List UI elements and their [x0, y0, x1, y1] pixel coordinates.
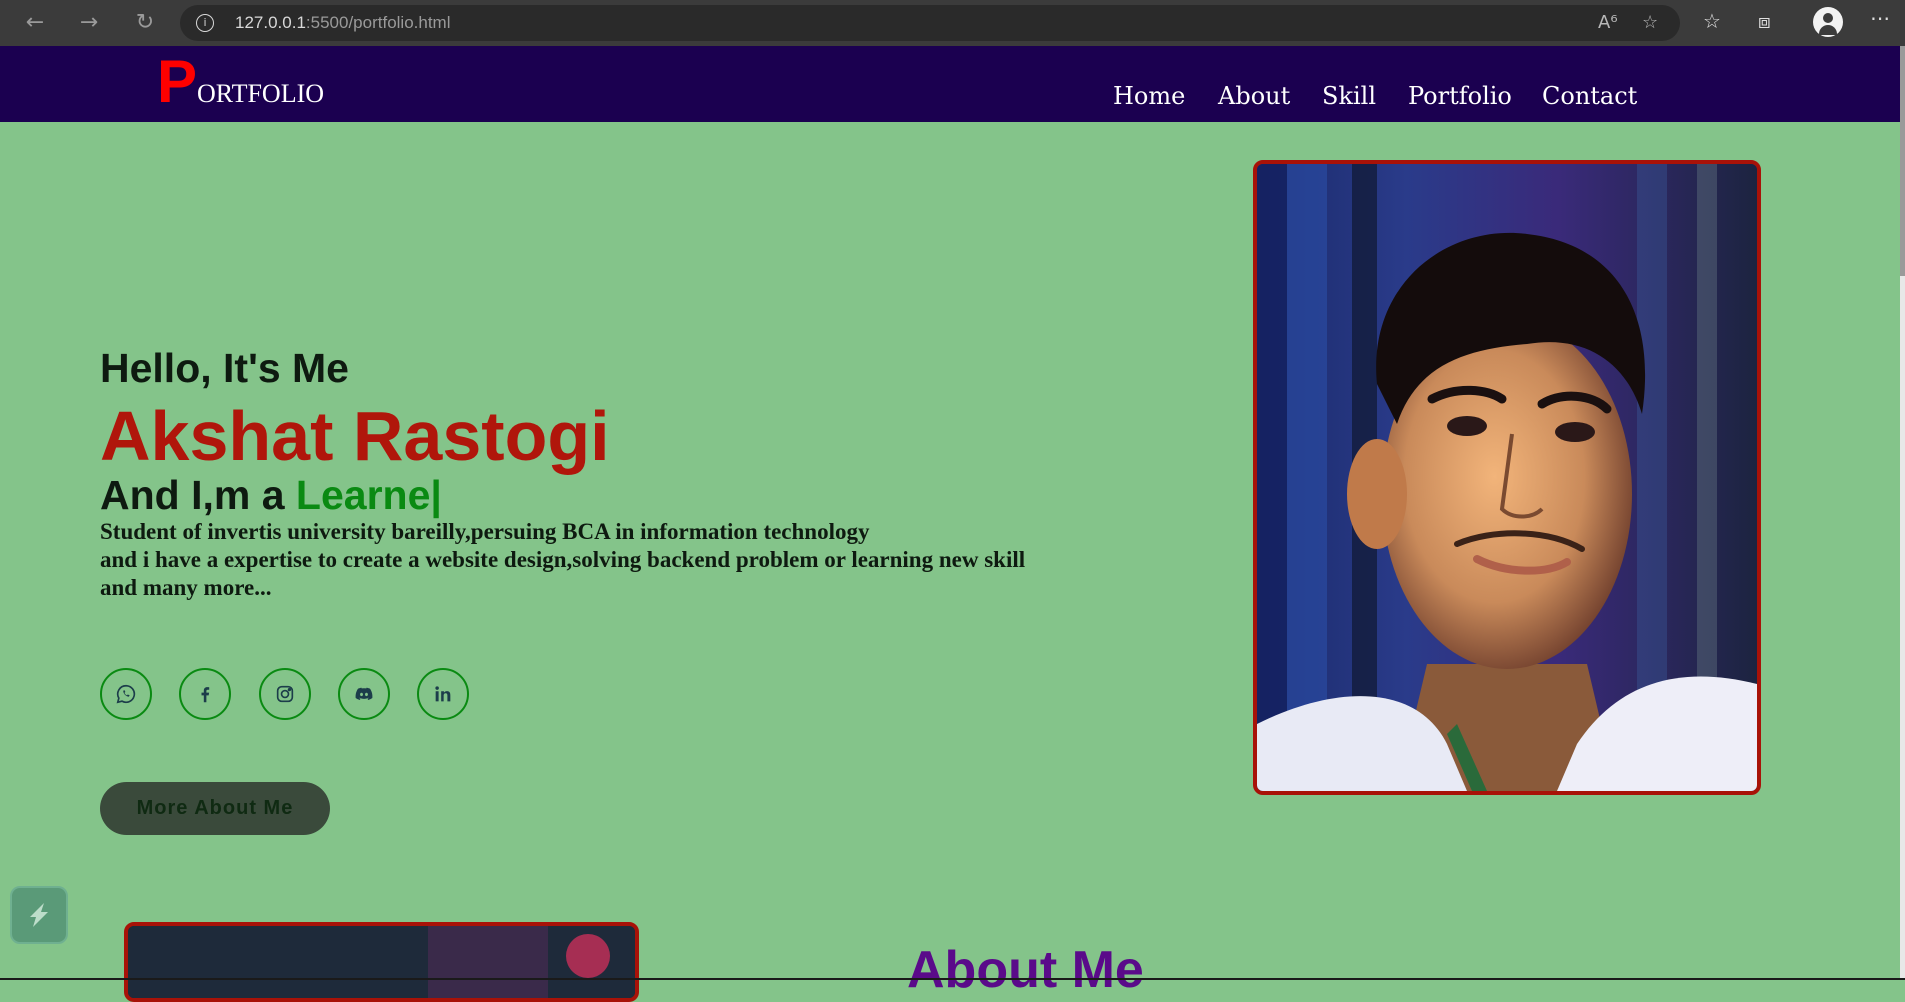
bio-line: and i have a expertise to create a websi…	[100, 547, 1026, 572]
about-photo-illustration	[128, 926, 635, 998]
hero-tagline: And I,m a Learne|	[100, 472, 442, 519]
url-text[interactable]: 127.0.0.1:5500/portfolio.html	[235, 13, 451, 33]
instagram-icon[interactable]	[259, 668, 311, 720]
profile-avatar[interactable]	[1813, 7, 1843, 37]
site-info-icon[interactable]: i	[196, 14, 214, 32]
about-heading: About Me	[907, 941, 1144, 999]
page-scrollbar[interactable]	[1900, 46, 1905, 980]
tagline-prefix: And I,m a	[100, 472, 296, 518]
nav-skill[interactable]: Skill	[1322, 82, 1376, 110]
hero-bio: Student of invertis university bareilly,…	[100, 518, 1090, 602]
bio-line: and many more...	[100, 575, 272, 600]
hero-greeting: Hello, It's Me	[100, 345, 349, 391]
logo-text: ORTFOLIO	[197, 79, 325, 108]
discord-icon[interactable]	[338, 668, 390, 720]
forward-icon[interactable]: →	[74, 8, 104, 38]
profile-photo-illustration	[1257, 164, 1757, 791]
collections-icon[interactable]: ⧈	[1758, 9, 1771, 33]
nav-about[interactable]: About	[1218, 82, 1290, 110]
more-about-me-button[interactable]: More About Me	[100, 782, 330, 835]
browser-toolbar: ← → ↻ i 127.0.0.1:5500/portfolio.html A⁶…	[0, 0, 1905, 46]
read-aloud-icon[interactable]: A⁶	[1598, 12, 1618, 33]
linkedin-icon[interactable]	[417, 668, 469, 720]
back-icon[interactable]: ←	[20, 8, 50, 38]
more-menu-icon[interactable]: ⋯	[1870, 6, 1890, 30]
logo-initial: P	[157, 48, 198, 115]
nav-contact[interactable]: Contact	[1542, 82, 1637, 110]
hero-name: Akshat Rastogi	[100, 397, 610, 475]
nav-portfolio[interactable]: Portfolio	[1408, 82, 1512, 110]
reload-icon[interactable]: ↻	[130, 8, 160, 38]
add-favorite-icon[interactable]: ☆	[1642, 12, 1658, 33]
favorites-icon[interactable]: ☆	[1703, 9, 1721, 33]
floating-widget-icon[interactable]	[10, 886, 68, 944]
tagline-typed-text: Learne|	[295, 472, 442, 518]
nav-home[interactable]: Home	[1113, 82, 1185, 110]
site-logo[interactable]: PORTFOLIO	[157, 52, 324, 112]
scrollbar-thumb[interactable]	[1900, 46, 1905, 276]
address-bar[interactable]: i 127.0.0.1:5500/portfolio.html A⁶ ☆	[180, 5, 1680, 41]
site-header: PORTFOLIO Home About Skill Portfolio Con…	[0, 46, 1900, 122]
bio-line: Student of invertis university bareilly,…	[100, 519, 870, 544]
profile-photo	[1253, 160, 1761, 795]
whatsapp-icon[interactable]	[100, 668, 152, 720]
facebook-icon[interactable]	[179, 668, 231, 720]
about-photo	[124, 922, 639, 1002]
